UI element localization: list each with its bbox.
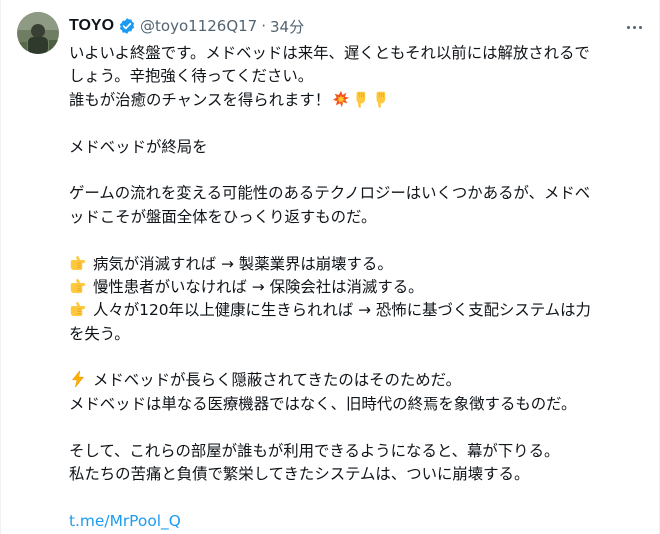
text-line: メドベッドが長らく隠蔽されてきたのはそのためだ。 [69, 369, 639, 392]
pointing-right-emoji-icon [69, 300, 87, 318]
timestamp[interactable]: 34分 [270, 16, 304, 37]
text-line: そして、これらの部屋が誰もが利用できるようになると、幕が下りる。 [69, 441, 560, 460]
text-line: 誰もが治癒のチャンスを得られます！ [69, 89, 639, 112]
bullet-line: 人々が120年以上健康に生きられれば → 恐怖に基づく支配システムは力 [69, 299, 639, 322]
bullet-line: 病気が消滅すれば → 製薬業界は崩壊する。 [69, 253, 639, 276]
verified-badge-icon [118, 17, 136, 35]
bullet-text: 慢性患者がいなければ → 保険会社は消滅する。 [93, 277, 424, 296]
text-line: メドベッドが終局を [69, 137, 208, 156]
author-handle[interactable]: @toyo1126Q17 [140, 17, 257, 35]
text-line: メドベッドは単なる医療機器ではなく、旧時代の終焉を象徴するものだ。 [69, 394, 577, 413]
text-line: ッドこそが盤面全体をひっくり返すものだ。 [69, 207, 377, 226]
link-line: t.me/MrPool_Q [69, 510, 639, 533]
author-name[interactable]: TOYO [69, 17, 114, 35]
pointing-right-emoji-icon [69, 254, 87, 272]
avatar[interactable] [17, 12, 59, 54]
text-line: ゲームの流れを変える可能性のあるテクノロジーはいくつかあるが、メドベ [69, 184, 591, 203]
more-options-icon[interactable] [621, 18, 647, 36]
pointing-down-emoji-icon [372, 90, 390, 108]
text-segment: 誰もが治癒のチャンスを得られます！ [69, 90, 331, 109]
text-line: 私たちの苦痛と負債で繁栄してきたシステムは、ついに崩壊する。 [69, 465, 530, 484]
tweet-header: TOYO @toyo1126Q17 · 34分 [69, 14, 643, 38]
bullet-text: 人々が120年以上健康に生きられれば → 恐怖に基づく支配システムは力 [93, 301, 591, 320]
tweet[interactable]: TOYO @toyo1126Q17 · 34分 いよいよ終盤です。メドベッドは来… [0, 0, 660, 534]
text-line: を失う。 [69, 324, 130, 343]
text-line: いよいよ終盤です。メドベッドは来年、遅くともそれ以前には解放されるで [69, 44, 590, 62]
text-line: しょう。辛抱強く待ってください。 [69, 67, 314, 86]
pointing-right-emoji-icon [69, 277, 87, 295]
tweet-text: いよいよ終盤です。メドベッドは来年、遅くともそれ以前には解放されるで しょう。辛… [69, 42, 639, 533]
pointing-down-emoji-icon [352, 90, 370, 108]
separator-dot: · [261, 17, 267, 35]
telegram-link[interactable]: t.me/MrPool_Q [69, 512, 181, 530]
bullet-line: 慢性患者がいなければ → 保険会社は消滅する。 [69, 276, 639, 299]
text-segment: メドベッドが長らく隠蔽されてきたのはそのためだ。 [93, 371, 461, 390]
collision-emoji-icon [332, 90, 350, 108]
high-voltage-emoji-icon [69, 370, 87, 388]
bullet-text: 病気が消滅すれば → 製薬業界は崩壊する。 [93, 254, 393, 273]
